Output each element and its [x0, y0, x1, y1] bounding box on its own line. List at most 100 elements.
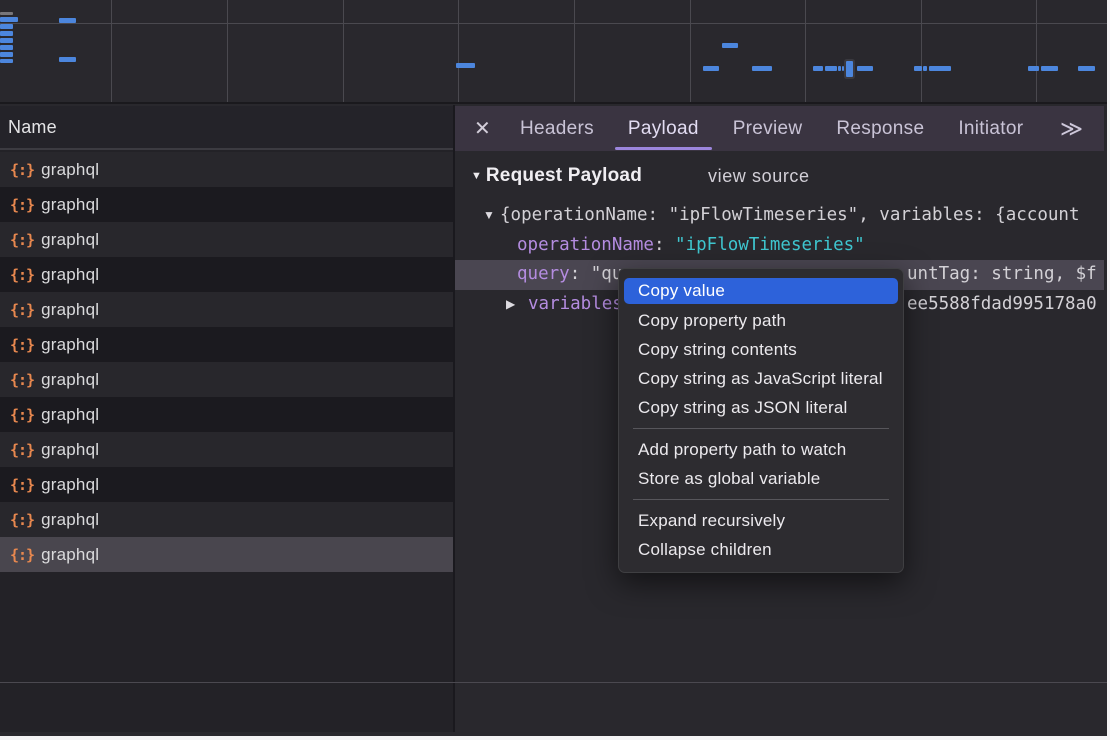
timeline-request-bar [929, 66, 951, 71]
view-source-link[interactable]: view source [708, 166, 810, 187]
json-braces-icon: {:} [10, 546, 34, 564]
request-payload-section-header: ▼ Request Payload view source [455, 162, 810, 190]
context-menu: Copy valueCopy property pathCopy string … [618, 268, 904, 573]
request-name-label: graphql [41, 160, 99, 180]
menu-item-copy-string-as-json-literal[interactable]: Copy string as JSON literal [619, 393, 903, 422]
timeline-request-bar [1028, 66, 1039, 71]
name-column-label: Name [8, 117, 57, 138]
timeline-request-bar [0, 24, 13, 29]
timeline-request-bar [842, 66, 844, 71]
network-request-row[interactable]: {:} graphql [0, 152, 454, 187]
property-key: operationName [517, 235, 654, 255]
tab-preview[interactable]: Preview [716, 106, 820, 151]
timeline-gridline-horizontal [0, 23, 1107, 24]
menu-separator [633, 499, 889, 500]
network-request-row[interactable]: {:} graphql [0, 432, 454, 467]
request-name-label: graphql [41, 300, 99, 320]
request-name-label: graphql [41, 440, 99, 460]
timeline-request-bar [722, 43, 738, 48]
timeline-request-bar [752, 66, 772, 71]
network-request-row[interactable]: {:}graphql [0, 327, 454, 362]
network-request-row[interactable]: {:} graphql [0, 397, 454, 432]
name-column-header[interactable]: Name [0, 106, 454, 150]
tab-payload[interactable]: Payload [611, 106, 716, 151]
devtools-shell: Name {:} graphql {:} graphql {:} graphql {:} gr… [0, 0, 1107, 736]
request-name-label: graphql [41, 405, 99, 425]
timeline-request-bar [703, 66, 719, 71]
close-icon[interactable]: ✕ [474, 119, 490, 139]
tab-headers[interactable]: Headers [503, 106, 611, 151]
timeline-request-bar [857, 66, 873, 71]
expander-icon[interactable]: ▼ [483, 201, 495, 231]
timeline-gridline [458, 0, 459, 102]
timeline-gridline [1036, 0, 1037, 102]
property-key: query [517, 264, 570, 284]
timeline-selected-marker [846, 61, 853, 77]
menu-item-copy-string-as-javascript-literal[interactable]: Copy string as JavaScript literal [619, 364, 903, 393]
json-braces-icon: {:} [10, 406, 34, 424]
timeline-request-bar [923, 66, 927, 71]
timeline-gridline [690, 0, 691, 102]
timeline-request-bar [59, 57, 76, 62]
tab-response[interactable]: Response [819, 106, 941, 151]
menu-item-copy-string-contents[interactable]: Copy string contents [619, 335, 903, 364]
menu-item-store-as-global-variable[interactable]: Store as global variable [619, 464, 903, 493]
timeline-gridline [111, 0, 112, 102]
menu-separator [633, 428, 889, 429]
menu-item-add-property-path-to-watch[interactable]: Add property path to watch [619, 435, 903, 464]
request-name-label: graphql [41, 265, 99, 285]
json-braces-icon: {:} [10, 476, 34, 494]
network-request-row[interactable]: {:} graphql [0, 467, 454, 502]
menu-item-copy-property-path[interactable]: Copy property path [619, 306, 903, 335]
request-name-label: graphql [41, 510, 99, 530]
expander-icon[interactable]: ▶ [506, 290, 515, 320]
timeline-request-bar [838, 66, 841, 71]
request-name-label: graphql [41, 335, 99, 355]
property-value-fragment-right: untTag: string, $f [907, 260, 1097, 290]
tab-initiator[interactable]: Initiator [941, 106, 1040, 151]
request-name-label: graphql [41, 475, 99, 495]
menu-item-expand-recursively[interactable]: Expand recursively [619, 506, 903, 535]
request-name-label: graphql [41, 545, 99, 565]
timeline-gridline [227, 0, 228, 102]
payload-tree-row[interactable]: operationName: "ipFlowTimeseries" [455, 231, 1104, 261]
detail-tabbar: ✕ HeadersPayloadPreviewResponseInitiator [455, 106, 1104, 151]
request-name-label: graphql [41, 230, 99, 250]
json-braces-icon: {:} [10, 301, 34, 319]
collapse-triangle-icon[interactable]: ▼ [471, 170, 482, 182]
property-key: variables [528, 294, 623, 314]
timeline-request-bar [59, 18, 76, 23]
request-name-label: graphql [41, 370, 99, 390]
payload-tree-row[interactable]: ▼{operationName: "ipFlowTimeseries", var… [455, 201, 1104, 231]
json-braces-icon: {:} [10, 161, 34, 179]
json-braces-icon: {:} [10, 196, 34, 214]
more-tabs-icon[interactable]: ≫ [1060, 106, 1083, 151]
network-request-row[interactable]: {:} graphql [0, 502, 454, 537]
network-request-row[interactable]: {:}graphql [0, 257, 454, 292]
network-request-row[interactable]: {:} graphql [0, 187, 454, 222]
timeline-request-bar [456, 63, 475, 68]
network-request-row[interactable]: {:} graphql [0, 537, 454, 572]
json-braces-icon: {:} [10, 441, 34, 459]
timeline-request-bar [0, 52, 13, 57]
timeline-gridline [805, 0, 806, 102]
object-preview: {operationName: "ipFlowTimeseries", vari… [500, 201, 1079, 231]
json-braces-icon: {:} [10, 511, 34, 529]
timeline-request-bar [0, 17, 18, 22]
timeline-request-bar [813, 66, 823, 71]
devtools-window: Name {:} graphql {:} graphql {:} graphql {:} gr… [0, 0, 1110, 740]
timeline-request-bar [0, 38, 13, 43]
request-name-label: graphql [41, 195, 99, 215]
property-value-fragment-right: ee5588fdad995178a0 [907, 290, 1097, 320]
network-overview-timeline[interactable] [0, 0, 1107, 104]
timeline-request-bar [1041, 66, 1058, 71]
network-request-row[interactable]: {:}graphql [0, 362, 454, 397]
menu-item-collapse-children[interactable]: Collapse children [619, 535, 903, 564]
timeline-request-bar [0, 45, 13, 50]
timeline-request-bar [0, 59, 13, 63]
timeline-gridline [343, 0, 344, 102]
menu-item-copy-value[interactable]: Copy value [624, 278, 898, 304]
network-request-row[interactable]: {:}graphql [0, 222, 454, 257]
timeline-gridline [921, 0, 922, 102]
network-request-row[interactable]: {:} graphql [0, 292, 454, 327]
